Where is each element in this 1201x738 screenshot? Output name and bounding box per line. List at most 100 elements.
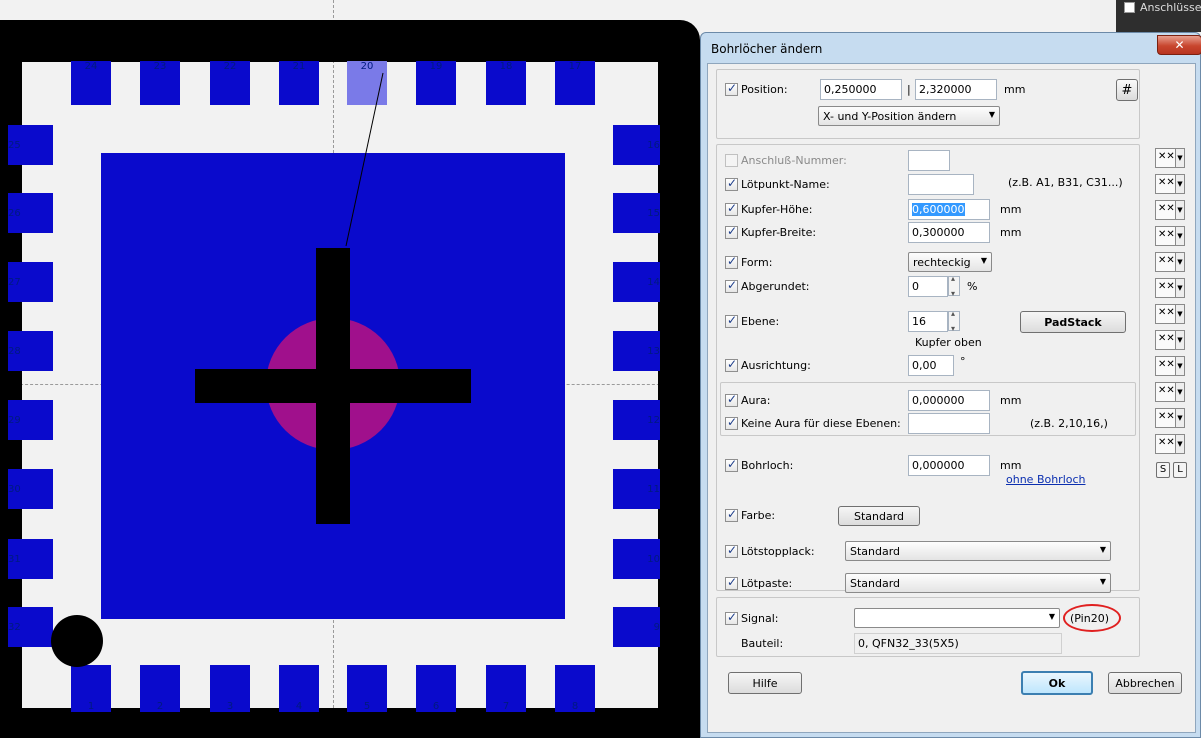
highlight-oval — [1063, 604, 1121, 632]
padstack-button[interactable]: PadStack — [1020, 311, 1126, 333]
signal-checkbox[interactable] — [725, 610, 738, 625]
loetstopplack-label: Lötstopplack: — [741, 545, 815, 558]
abgerundet-label: Abgerundet: — [741, 280, 810, 293]
position-label: Position: — [741, 83, 788, 96]
farbe-checkbox[interactable] — [725, 507, 738, 522]
abgerundet-checkbox[interactable] — [725, 278, 738, 293]
keine-aura-hint: (z.B. 2,10,16,) — [1030, 417, 1108, 430]
position-y-input[interactable]: 2,320000 — [915, 79, 997, 100]
layer-mark-icon: ✕✕ — [1158, 151, 1175, 162]
layer-mark-icon: ✕✕ — [1158, 359, 1175, 370]
ebene-input[interactable]: 16 — [908, 311, 948, 332]
keine-aura-label: Keine Aura für diese Ebenen: — [741, 417, 901, 430]
layer-select-button[interactable]: ✕✕ ▼ — [1155, 304, 1185, 324]
close-button[interactable]: ✕ — [1157, 35, 1201, 55]
anschluss-label: Anschluß-Nummer: — [741, 154, 847, 167]
bauteil-value: 0, QFN32_33(5X5) — [854, 633, 1062, 654]
layer-select-button[interactable]: ✕✕ ▼ — [1155, 278, 1185, 298]
ausrichtung-checkbox[interactable] — [725, 357, 738, 372]
layer-mark-icon: ✕✕ — [1158, 437, 1175, 448]
loetpunkt-checkbox[interactable] — [725, 176, 738, 191]
form-value: rechteckig — [913, 256, 971, 269]
top-right-toolbar: Anschlüsse a — [1116, 0, 1201, 32]
kupfer-breite-input[interactable]: 0,300000 — [908, 222, 990, 243]
aura-input[interactable]: 0,000000 — [908, 390, 990, 411]
chevron-down-icon: ▼ — [1175, 331, 1184, 349]
bohrloch-checkbox[interactable] — [725, 457, 738, 472]
anschluss-input[interactable] — [908, 150, 950, 171]
chevron-down-icon: ▼ — [988, 110, 995, 119]
layer-mark-icon: ✕✕ — [1158, 281, 1175, 292]
form-label: Form: — [741, 256, 773, 269]
kupfer-breite-checkbox[interactable] — [725, 224, 738, 239]
abgerundet-input[interactable]: 0 — [908, 276, 948, 297]
ebene-checkbox[interactable] — [725, 313, 738, 328]
layer-select-button[interactable]: ✕✕ ▼ — [1155, 356, 1185, 376]
chevron-down-icon: ▼ — [1099, 545, 1106, 554]
bohrloch-unit: mm — [1000, 459, 1022, 472]
grid-button[interactable]: # — [1116, 79, 1138, 101]
kupfer-hoehe-label: Kupfer-Höhe: — [741, 203, 813, 216]
ok-button[interactable]: Ok — [1021, 671, 1093, 695]
layer-mark-icon: ✕✕ — [1158, 177, 1175, 188]
bohrloch-input[interactable]: 0,000000 — [908, 455, 990, 476]
ebene-spinner[interactable] — [948, 309, 960, 333]
position-x-input[interactable]: 0,250000 — [820, 79, 902, 100]
kupfer-breite-label: Kupfer-Breite: — [741, 226, 817, 239]
kupfer-breite-unit: mm — [1000, 226, 1022, 239]
form-select[interactable]: rechteckig ▼ — [908, 252, 992, 272]
loetstopplack-select[interactable]: Standard ▼ — [845, 541, 1111, 561]
position-checkbox[interactable] — [725, 81, 738, 96]
l-button[interactable]: L — [1173, 462, 1187, 478]
signal-select[interactable]: ▼ — [854, 608, 1060, 628]
loetpunkt-label: Lötpunkt-Name: — [741, 178, 830, 191]
grid-icon: # — [1121, 82, 1133, 98]
anschluss-checkbox[interactable] — [725, 154, 738, 167]
layer-mark-icon: ✕✕ — [1158, 229, 1175, 240]
chevron-down-icon: ▼ — [1175, 383, 1184, 401]
aura-checkbox[interactable] — [725, 392, 738, 407]
ausrichtung-unit: ° — [960, 355, 966, 368]
chevron-down-icon: ▼ — [1175, 253, 1184, 271]
layer-mark-icon: ✕✕ — [1158, 203, 1175, 214]
ausrichtung-input[interactable]: 0,00 — [908, 355, 954, 376]
layer-select-button[interactable]: ✕✕ ▼ — [1155, 434, 1185, 454]
loetpunkt-input[interactable] — [908, 174, 974, 195]
ohne-bohrloch-link[interactable]: ohne Bohrloch — [1006, 473, 1086, 486]
chevron-down-icon: ▼ — [1175, 227, 1184, 245]
ebene-label: Ebene: — [741, 315, 780, 328]
keine-aura-input[interactable] — [908, 413, 990, 434]
pcb-canvas[interactable]: 24 23 22 21 20 19 18 17 1 2 3 4 5 6 7 8 25 26 27 28 29 30 31 32… — [0, 0, 705, 738]
layer-select-button[interactable]: ✕✕ ▼ — [1155, 408, 1185, 428]
kupfer-hoehe-checkbox[interactable] — [725, 201, 738, 216]
cancel-button[interactable]: Abbrechen — [1108, 672, 1182, 694]
s-button[interactable]: S — [1156, 462, 1170, 478]
loetpunkt-hint: (z.B. A1, B31, C31...) — [1008, 176, 1123, 189]
layer-select-button[interactable]: ✕✕ ▼ — [1155, 330, 1185, 350]
layer-select-button[interactable]: ✕✕ ▼ — [1155, 148, 1185, 168]
ebene-layer-name: Kupfer oben — [915, 336, 982, 349]
layer-select-button[interactable]: ✕✕ ▼ — [1155, 252, 1185, 272]
form-checkbox[interactable] — [725, 254, 738, 269]
loetpaste-checkbox[interactable] — [725, 575, 738, 590]
chevron-down-icon: ▼ — [1175, 149, 1184, 167]
help-button[interactable]: Hilfe — [728, 672, 802, 694]
dialog-body: Position: 0,250000 | 2,320000 mm # X- un… — [707, 63, 1196, 733]
anschluesse-checkbox[interactable] — [1124, 2, 1135, 13]
position-mode-select[interactable]: X- und Y-Position ändern ▼ — [818, 106, 1000, 126]
loetpaste-label: Lötpaste: — [741, 577, 793, 590]
ratsnest-line — [345, 72, 384, 247]
kupfer-hoehe-input[interactable]: 0,600000 — [908, 199, 990, 220]
keine-aura-checkbox[interactable] — [725, 415, 738, 430]
farbe-button[interactable]: Standard — [838, 506, 920, 526]
layer-select-button[interactable]: ✕✕ ▼ — [1155, 226, 1185, 246]
loetpaste-select[interactable]: Standard ▼ — [845, 573, 1111, 593]
abgerundet-spinner[interactable] — [948, 274, 960, 298]
layer-select-button[interactable]: ✕✕ ▼ — [1155, 200, 1185, 220]
farbe-label: Farbe: — [741, 509, 776, 522]
layer-select-button[interactable]: ✕✕ ▼ — [1155, 382, 1185, 402]
layer-mark-icon: ✕✕ — [1158, 385, 1175, 396]
layer-select-button[interactable]: ✕✕ ▼ — [1155, 174, 1185, 194]
loetstopplack-checkbox[interactable] — [725, 543, 738, 558]
loetstopplack-value: Standard — [850, 545, 901, 558]
